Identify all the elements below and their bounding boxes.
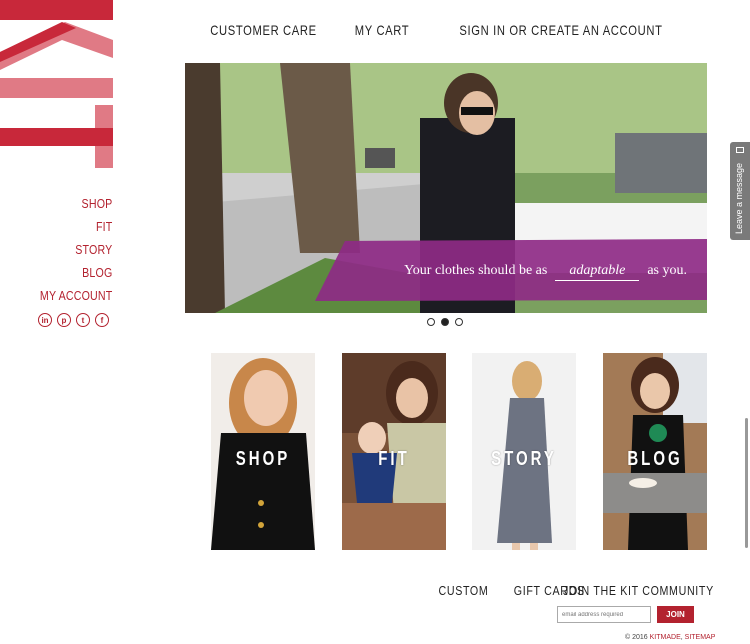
customer-care-link[interactable]: CUSTOMER CARE: [210, 22, 316, 38]
tile-fit-label: FIT: [378, 448, 410, 470]
social-links: in p t f: [38, 313, 109, 327]
envelope-icon: [736, 147, 744, 153]
side-nav-blog[interactable]: BLOG: [39, 261, 112, 284]
twitter-icon[interactable]: t: [76, 313, 90, 327]
facebook-icon[interactable]: f: [95, 313, 109, 327]
tile-shop[interactable]: SHOP: [211, 353, 315, 550]
side-nav-story[interactable]: STORY: [39, 238, 112, 261]
scrollbar[interactable]: [745, 418, 748, 548]
tile-story[interactable]: STORY: [472, 353, 576, 550]
linkedin-icon[interactable]: in: [38, 313, 52, 327]
hero-tagline: Your clothes should be as adaptable as y…: [404, 263, 687, 281]
kit-logo[interactable]: [0, 0, 113, 170]
community-heading: JOIN THE KIT COMMUNITY: [563, 583, 714, 598]
join-button[interactable]: JOIN: [657, 606, 694, 623]
tile-shop-label: SHOP: [235, 448, 291, 470]
side-nav: SHOP FIT STORY BLOG MY ACCOUNT: [24, 192, 112, 307]
my-cart-link[interactable]: MY CART: [355, 22, 409, 38]
hero-carousel[interactable]: Your clothes should be as adaptable as y…: [185, 63, 707, 313]
pinterest-icon[interactable]: p: [57, 313, 71, 327]
top-nav: CUSTOMER CARE MY CART SIGN IN OR CREATE …: [197, 22, 688, 38]
leave-message-tab[interactable]: Leave a message: [730, 142, 750, 240]
copyright-text: © 2016: [625, 634, 648, 641]
side-nav-my-account[interactable]: MY ACCOUNT: [39, 284, 112, 307]
side-nav-shop[interactable]: SHOP: [39, 192, 112, 215]
tile-blog-label: BLOG: [627, 448, 683, 470]
sitemap-link[interactable]: SITEMAP: [685, 634, 716, 641]
tile-blog[interactable]: BLOG: [603, 353, 707, 550]
carousel-dots: [427, 318, 463, 326]
side-nav-fit[interactable]: FIT: [39, 215, 112, 238]
carousel-dot-2[interactable]: [441, 318, 449, 326]
carousel-dot-1[interactable]: [427, 318, 435, 326]
kitmade-link[interactable]: KITMADE: [650, 634, 681, 641]
carousel-dot-3[interactable]: [455, 318, 463, 326]
email-field[interactable]: [557, 606, 651, 623]
tagline-emphasis: adaptable: [555, 263, 640, 281]
tagline-start: Your clothes should be as: [404, 263, 548, 278]
leave-message-label: Leave a message: [734, 162, 744, 234]
sign-in-link[interactable]: SIGN IN OR CREATE AN ACCOUNT: [459, 22, 662, 38]
copyright: © 2016 KITMADE, SITEMAP: [625, 634, 716, 641]
tagline-end: as you.: [647, 263, 687, 278]
tile-story-label: STORY: [491, 448, 557, 470]
footer-custom-link[interactable]: CUSTOM: [438, 583, 488, 598]
tile-fit[interactable]: FIT: [342, 353, 446, 550]
